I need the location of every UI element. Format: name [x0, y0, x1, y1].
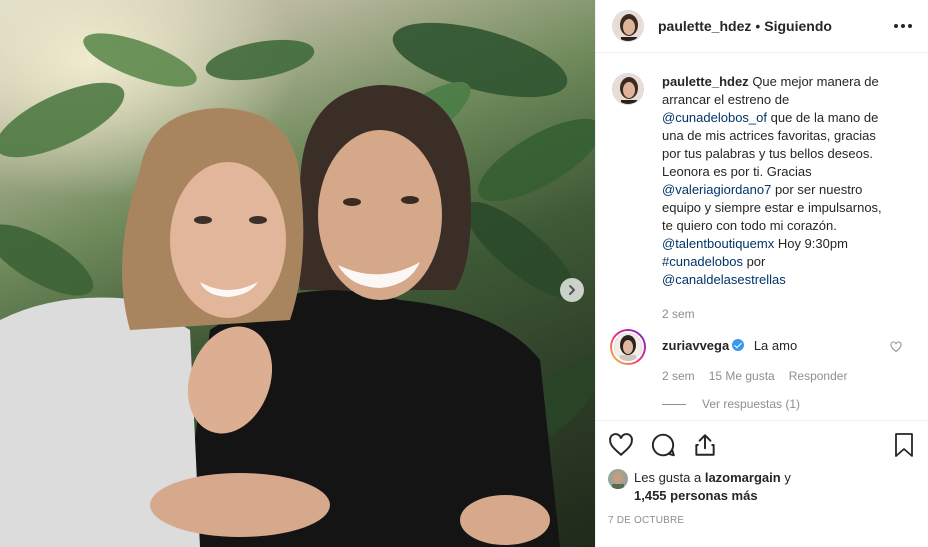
liker-avatar-image: [608, 469, 628, 489]
caption-mention-link[interactable]: #cunadelobos: [662, 254, 743, 269]
view-replies-label: Ver respuestas (1): [702, 397, 801, 411]
more-icon-dot: [901, 24, 905, 28]
post-side-panel: paulette_hdez • Siguiendo paulette_hdez …: [595, 0, 928, 547]
likes-text: Les gusta a lazomargain y 1,455 personas…: [634, 469, 791, 505]
follow-status-button[interactable]: Siguiendo: [764, 18, 832, 34]
instagram-post: paulette_hdez • Siguiendo paulette_hdez …: [0, 0, 928, 547]
caption-text: paulette_hdez Que mejor manera de arranc…: [662, 73, 892, 289]
commenter-avatar[interactable]: [610, 329, 646, 365]
share-icon: [695, 434, 715, 456]
verified-icon: [732, 339, 745, 351]
photo-illustration: [0, 22, 595, 547]
header-separator: •: [755, 18, 761, 34]
replies-divider: [662, 403, 686, 405]
caption-mention-link[interactable]: @valeriagiordano7: [662, 182, 771, 197]
caption-mention-link[interactable]: @talentboutiquemx: [662, 236, 774, 251]
comment-time[interactable]: 2 sem: [662, 367, 695, 385]
post-actions-area: Les gusta a lazomargain y 1,455 personas…: [596, 420, 928, 547]
commenter-username[interactable]: zuriavvega: [662, 338, 729, 353]
caption-text-segment: Hoy 9:30pm: [774, 236, 848, 251]
caption-author-avatar[interactable]: [612, 73, 644, 105]
author-avatar-image: [613, 11, 643, 41]
heart-icon: [609, 433, 633, 457]
caption-content: Que mejor manera de arrancar el estreno …: [662, 74, 882, 287]
caption-mention-link[interactable]: @cunadelobos_of: [662, 110, 767, 125]
comment-text: zuriavvega La amo: [662, 337, 892, 355]
author-username[interactable]: paulette_hdez: [658, 18, 751, 34]
post-photo[interactable]: [0, 0, 595, 547]
like-comment-button[interactable]: [890, 341, 902, 353]
likes-summary: Les gusta a lazomargain y 1,455 personas…: [608, 469, 916, 505]
more-options-button[interactable]: [894, 24, 912, 28]
likes-prefix: Les gusta a: [634, 470, 702, 485]
comment-row: zuriavvega La amo 2 sem 15 Me gusta Resp…: [610, 329, 912, 385]
more-icon-dot: [908, 24, 912, 28]
comment-icon: [651, 433, 675, 457]
save-button[interactable]: [892, 432, 916, 458]
likes-conjunction: y: [784, 470, 791, 485]
caption-body: paulette_hdez Que mejor manera de arranc…: [662, 73, 892, 323]
action-bar: [608, 431, 916, 459]
comment-content: La amo: [753, 338, 798, 353]
caption-mention-link[interactable]: @canaldelasestrellas: [662, 272, 786, 287]
like-button[interactable]: [608, 432, 634, 458]
caption-row: paulette_hdez Que mejor manera de arranc…: [612, 73, 912, 323]
comment-likes[interactable]: 15 Me gusta: [709, 367, 775, 385]
likes-count[interactable]: 1,455 personas más: [634, 488, 758, 503]
caption-username[interactable]: paulette_hdez: [662, 74, 749, 89]
bookmark-icon: [895, 433, 913, 457]
view-replies-button[interactable]: Ver respuestas (1): [662, 397, 912, 411]
more-icon: [894, 24, 898, 28]
next-arrow-icon: [569, 285, 575, 295]
commenter-avatar-image: [614, 333, 642, 361]
liker-username[interactable]: lazomargain: [705, 470, 781, 485]
liker-avatar[interactable]: [608, 469, 628, 489]
caption-text-segment: por: [742, 254, 766, 269]
comment-body: zuriavvega La amo 2 sem 15 Me gusta Resp…: [662, 337, 892, 385]
reply-button[interactable]: Responder: [789, 367, 848, 385]
comments-section: paulette_hdez Que mejor manera de arranc…: [596, 53, 928, 420]
share-button[interactable]: [692, 432, 718, 458]
post-header: paulette_hdez • Siguiendo: [596, 0, 928, 53]
next-photo-button[interactable]: [560, 278, 584, 302]
comment-button[interactable]: [650, 432, 676, 458]
comment-meta: 2 sem 15 Me gusta Responder: [662, 367, 892, 385]
caption-time[interactable]: 2 sem: [662, 305, 892, 323]
author-avatar[interactable]: [612, 10, 644, 42]
caption-avatar-image: [613, 74, 643, 104]
heart-icon: [890, 341, 902, 353]
post-date[interactable]: 7 DE OCTUBRE: [608, 515, 916, 526]
